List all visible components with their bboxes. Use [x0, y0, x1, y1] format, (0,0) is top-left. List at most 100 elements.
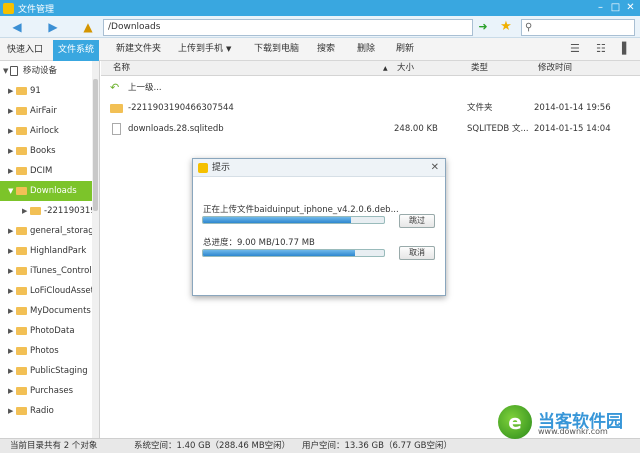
- expand-arrow-icon[interactable]: ▶: [8, 101, 13, 121]
- upload-to-phone-button[interactable]: 上传到手机: [178, 38, 223, 61]
- list-item-file[interactable]: downloads.28.sqlitedb 248.00 KB SQLITEDB…: [101, 119, 640, 139]
- sidebar-item[interactable]: ▶ HighlandPark: [0, 241, 99, 261]
- refresh-button[interactable]: 刷新: [396, 38, 414, 61]
- expand-arrow-icon[interactable]: ▶: [8, 321, 13, 341]
- column-type[interactable]: 类型: [471, 61, 488, 76]
- scrollbar-thumb[interactable]: [93, 79, 98, 211]
- user-space: 用户空间：13.36 GB（6.77 GB空闲）: [302, 441, 453, 451]
- sidebar-item[interactable]: ▶ Airlock: [0, 121, 99, 141]
- expand-arrow-icon[interactable]: ▶: [8, 261, 13, 281]
- folder-icon: [16, 147, 27, 155]
- close-icon[interactable]: ✕: [623, 0, 638, 16]
- collapse-arrow-icon[interactable]: ▼: [3, 61, 8, 81]
- sidebar-item[interactable]: ▶ Radio: [0, 401, 99, 421]
- favorite-star-icon[interactable]: ★: [498, 18, 514, 35]
- expand-arrow-icon[interactable]: ▶: [8, 341, 13, 361]
- sidebar-tree: ▼ 移动设备 ▶ 91 ▶ AirFair ▶ Airlock ▶ Books ▶ DCIM ▼ Do…: [0, 61, 100, 438]
- toolbar: 快速入口 文件系统 新建文件夹 上传到手机 ▼ 下载到电脑 搜索 删除 刷新 ☰…: [0, 38, 640, 61]
- back-icon[interactable]: ◀: [8, 19, 26, 35]
- expand-arrow-icon[interactable]: ▶: [8, 221, 13, 241]
- skip-button[interactable]: 跳过: [399, 214, 435, 228]
- column-name[interactable]: 名称: [113, 61, 130, 76]
- sidebar-item[interactable]: ▶ MyDocuments: [0, 301, 99, 321]
- folder-icon: [16, 247, 27, 255]
- folder-icon: [30, 207, 41, 215]
- minimize-icon[interactable]: –: [593, 0, 608, 16]
- expand-arrow-icon[interactable]: ▶: [8, 121, 13, 141]
- upload-progress-dialog: 提示 ✕ 正在上传文件baiduinput_iphone_v4.2.0.6.de…: [192, 158, 446, 296]
- column-header: 名称 ▲ 大小 类型 修改时间: [101, 61, 640, 76]
- search-input[interactable]: ⚲: [521, 19, 635, 36]
- folder-icon: [16, 367, 27, 375]
- search-icon: ⚲: [525, 22, 533, 33]
- sidebar-item[interactable]: ▶ 91: [0, 81, 99, 101]
- detail-view-icon[interactable]: ☷: [596, 43, 608, 55]
- file-progress-bar: [202, 216, 385, 224]
- sidebar-item[interactable]: ▶ general_storage: [0, 221, 99, 241]
- app-logo-icon: [3, 2, 14, 14]
- new-folder-button[interactable]: 新建文件夹: [116, 38, 161, 61]
- file-icon: [112, 123, 121, 135]
- upload-dropdown-icon[interactable]: ▼: [226, 38, 231, 61]
- folder-icon: [16, 227, 27, 235]
- device-icon: [10, 66, 18, 76]
- column-modified[interactable]: 修改时间: [538, 61, 572, 76]
- expand-arrow-icon[interactable]: ▶: [22, 201, 27, 221]
- column-size[interactable]: 大小: [397, 61, 414, 76]
- collapse-arrow-icon[interactable]: ▼: [8, 181, 13, 201]
- sidebar-item[interactable]: ▶ -2211903190: [0, 201, 99, 221]
- sidebar-item[interactable]: ▶ PublicStaging: [0, 361, 99, 381]
- delete-button[interactable]: 删除: [357, 38, 375, 61]
- tab-file-system[interactable]: 文件系统: [53, 40, 100, 61]
- view-mode-icons: ☰ ☷ ▌: [570, 43, 634, 55]
- cancel-button[interactable]: 取消: [399, 246, 435, 260]
- folder-icon: [16, 307, 27, 315]
- path-input[interactable]: /Downloads: [103, 19, 473, 36]
- maximize-icon[interactable]: □: [608, 0, 623, 16]
- sidebar-item[interactable]: ▶ Photos: [0, 341, 99, 361]
- go-arrow-icon[interactable]: ➜: [475, 19, 491, 35]
- file-progress-fill: [203, 217, 352, 223]
- total-progress-fill: [203, 250, 356, 256]
- sidebar-item[interactable]: ▶ PhotoData: [0, 321, 99, 341]
- up-folder-icon[interactable]: ▲: [79, 19, 97, 35]
- panel-toggle-icon[interactable]: ▌: [622, 43, 634, 55]
- expand-arrow-icon[interactable]: ▶: [8, 81, 13, 101]
- expand-arrow-icon[interactable]: ▶: [8, 141, 13, 161]
- sidebar-item[interactable]: ▶ DCIM: [0, 161, 99, 181]
- folder-icon: [16, 267, 27, 275]
- sidebar-root-device[interactable]: ▼ 移动设备: [0, 61, 99, 81]
- expand-arrow-icon[interactable]: ▶: [8, 241, 13, 261]
- folder-icon: [16, 167, 27, 175]
- expand-arrow-icon[interactable]: ▶: [8, 361, 13, 381]
- folder-icon: [110, 104, 123, 113]
- dialog-title: 提示: [212, 163, 231, 173]
- sidebar-item[interactable]: ▶ Purchases: [0, 381, 99, 401]
- expand-arrow-icon[interactable]: ▶: [8, 161, 13, 181]
- dialog-close-icon[interactable]: ✕: [431, 159, 439, 177]
- up-arrow-icon: ↶: [110, 81, 120, 94]
- forward-icon[interactable]: ▶: [44, 19, 62, 35]
- object-count: 当前目录共有 2 个对象: [10, 441, 98, 451]
- tab-quick-access[interactable]: 快速入口: [2, 40, 48, 61]
- list-item-parent[interactable]: ↶ 上一级...: [101, 78, 640, 98]
- expand-arrow-icon[interactable]: ▶: [8, 401, 13, 421]
- expand-arrow-icon[interactable]: ▶: [8, 281, 13, 301]
- sidebar-item[interactable]: ▶ AirFair: [0, 101, 99, 121]
- sidebar-scrollbar[interactable]: [92, 61, 99, 438]
- folder-icon: [16, 127, 27, 135]
- sidebar-item[interactable]: ▶ LoFiCloudAssets: [0, 281, 99, 301]
- sidebar-item[interactable]: ▶ iTunes_Control: [0, 261, 99, 281]
- download-to-pc-button[interactable]: 下载到电脑: [254, 38, 299, 61]
- window-title: 文件管理: [18, 4, 55, 15]
- search-button[interactable]: 搜索: [317, 38, 335, 61]
- sidebar-item[interactable]: ▼ Downloads: [0, 181, 99, 201]
- list-item-folder[interactable]: -2211903190466307544 文件夹 2014-01-14 19:5…: [101, 98, 640, 118]
- list-view-icon[interactable]: ☰: [570, 43, 582, 55]
- folder-icon: [16, 107, 27, 115]
- expand-arrow-icon[interactable]: ▶: [8, 301, 13, 321]
- sidebar-item[interactable]: ▶ Books: [0, 141, 99, 161]
- folder-icon: [16, 287, 27, 295]
- watermark: e 当客软件园 www.downkr.com: [498, 405, 640, 439]
- expand-arrow-icon[interactable]: ▶: [8, 381, 13, 401]
